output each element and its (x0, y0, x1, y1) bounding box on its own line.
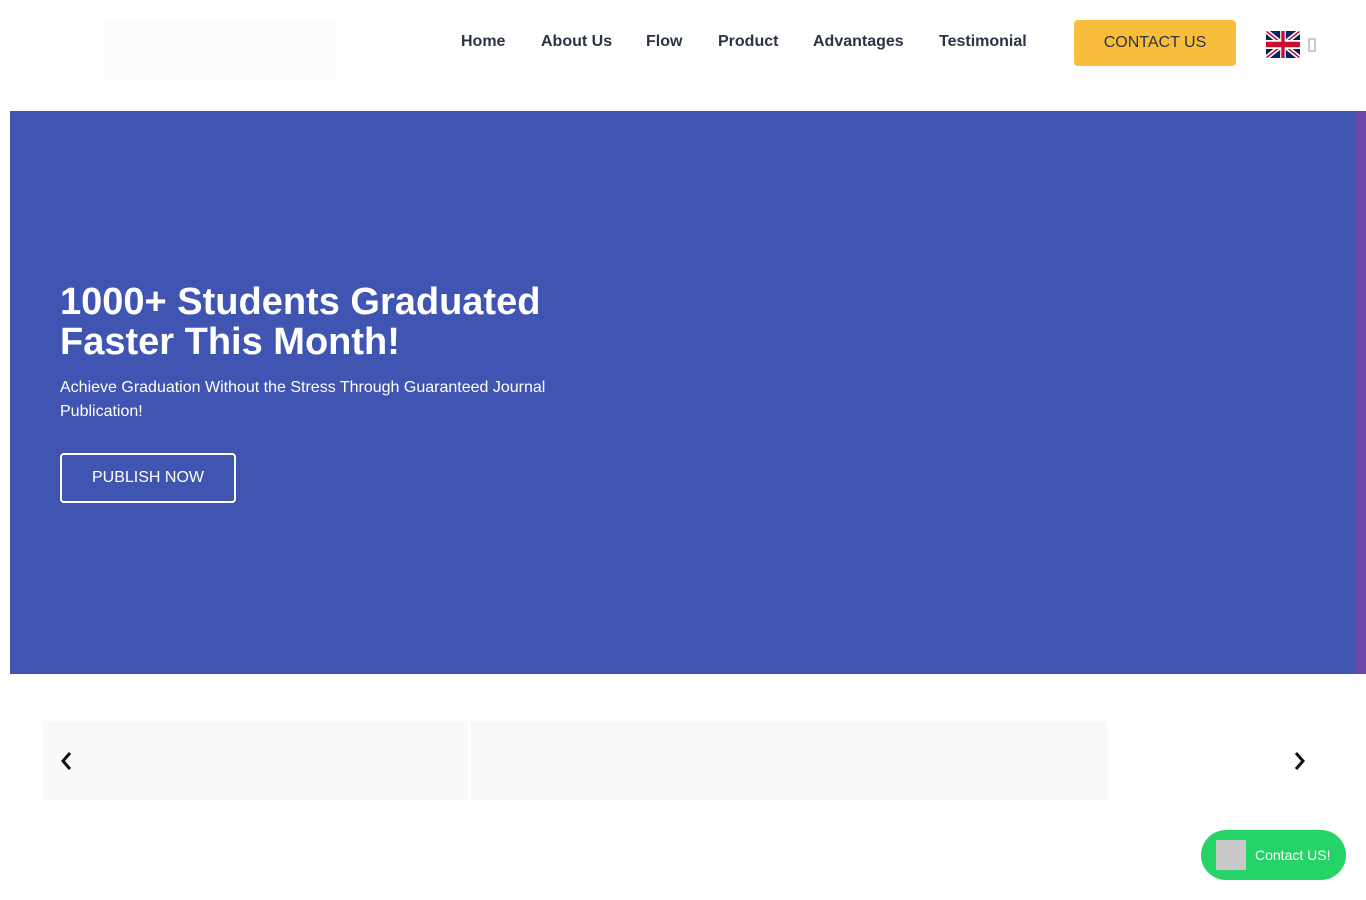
hero-subtitle: Achieve Graduation Without the Stress Th… (60, 379, 546, 420)
chevron-left-icon[interactable] (56, 748, 76, 774)
chevron-right-icon[interactable] (1290, 748, 1310, 774)
contact-avatar (1216, 840, 1246, 870)
site-header: Home About Us Flow Product Advantages Te… (0, 0, 1366, 110)
nav-flow[interactable]: Flow (646, 32, 682, 52)
page: Home About Us Flow Product Advantages Te… (0, 0, 1366, 900)
nav-product[interactable]: Product (718, 32, 778, 52)
carousel-slide (470, 721, 1108, 800)
publish-now-button[interactable]: PUBLISH NOW (60, 453, 236, 503)
floating-contact-button[interactable]: Contact US! (1201, 830, 1346, 880)
nav-home[interactable]: Home (461, 32, 505, 52)
uk-flag-icon[interactable] (1266, 31, 1300, 58)
floating-contact-label: Contact US! (1255, 847, 1331, 863)
site-logo[interactable] (104, 20, 336, 80)
contact-us-button[interactable]: CONTACT US (1074, 20, 1236, 66)
hero-edge (1356, 111, 1366, 674)
nav-testimonial[interactable]: Testimonial (939, 32, 1027, 52)
nav-about-us[interactable]: About Us (541, 32, 612, 52)
hero-title: 1000+ Students Graduated Faster This Mon… (60, 281, 541, 363)
nav-advantages[interactable]: Advantages (813, 32, 904, 52)
chevron-down-icon[interactable] (1308, 38, 1316, 52)
carousel-slide (43, 721, 468, 800)
